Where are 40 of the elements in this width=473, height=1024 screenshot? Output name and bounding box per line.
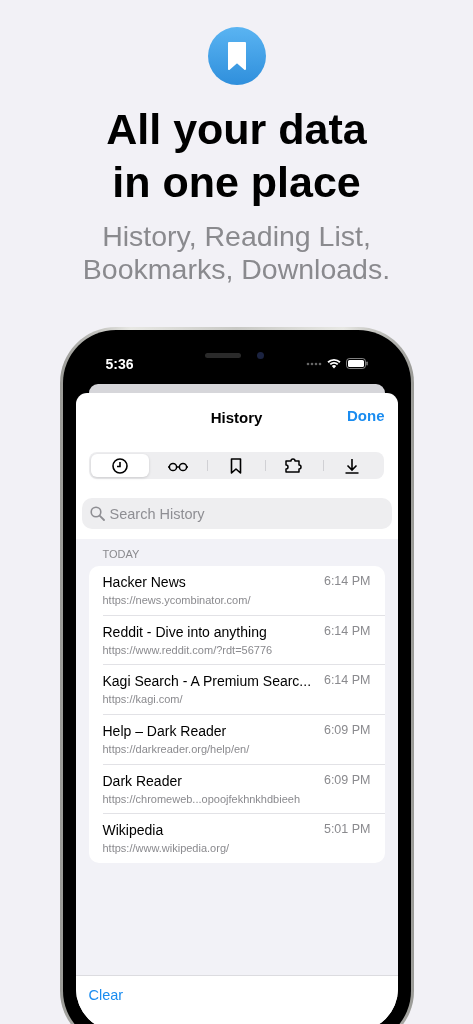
visit-time: 6:14 PM: [323, 623, 371, 638]
speaker-grille: [205, 353, 241, 358]
page-title: Reddit - Dive into anything: [102, 623, 268, 640]
page-url: https://chromeweb...opoojfekhnkhdbieeh: [102, 792, 302, 805]
app-icon: [207, 27, 266, 85]
page-url: https://www.reddit.com/?rdt=56776: [102, 643, 274, 656]
history-row[interactable]: Wikipedia https://www.wikipedia.org/ 5:01 PM: [102, 814, 385, 864]
history-row[interactable]: Dark Reader https://chromeweb...opoojfekhnkhdbieeh 6:09 PM: [102, 764, 385, 815]
visit-time: 6:09 PM: [323, 772, 371, 787]
signal-icon: [305, 361, 322, 366]
page-title: Hacker News: [102, 574, 187, 590]
clock-icon: [109, 455, 130, 476]
history-row[interactable]: Reddit - Dive into anything https://www.reddit.com/?rdt=56776 6:14 PM: [102, 615, 385, 666]
search-field[interactable]: Search History: [81, 498, 392, 529]
visit-time: 6:09 PM: [323, 723, 371, 738]
history-row[interactable]: Help – Dark Reader https://darkreader.org/help/en/ 6:09 PM: [102, 715, 385, 765]
history-row[interactable]: Hacker News https://news.ycombinator.com/ 6:14 PM: [102, 566, 385, 616]
subtitle: History, Reading List, Bookmarks, Downloads.: [81, 220, 392, 286]
sheet-title: History: [210, 408, 263, 426]
puzzle-icon: [284, 455, 305, 476]
clock-tab[interactable]: [90, 454, 149, 477]
page-title: Dark Reader: [102, 772, 183, 789]
page-url: https://kagi.com/: [102, 693, 184, 706]
history-row[interactable]: Kagi Search - A Premium Searc... https://kagi.com/ 6:14 PM: [102, 665, 385, 716]
headline: All your data in one place: [105, 104, 368, 208]
search-icon: [89, 506, 105, 521]
page-title: Wikipedia: [102, 822, 165, 839]
page-url: https://news.ycombinator.com/: [102, 594, 252, 606]
page-url: https://darkreader.org/help/en/: [102, 743, 251, 756]
page-url: https://www.wikipedia.org/: [102, 842, 231, 855]
page-title: Help – Dark Reader: [102, 723, 228, 740]
camera-icon: [257, 352, 264, 359]
wifi-icon: [326, 358, 341, 369]
visit-time: 6:14 PM: [323, 673, 371, 688]
battery-icon: [345, 358, 368, 369]
page-title: Kagi Search - A Premium Searc...: [102, 673, 313, 690]
section-header: TODAY: [101, 547, 141, 562]
visit-time: 5:01 PM: [323, 822, 371, 837]
visit-time: 6:14 PM: [323, 574, 371, 588]
status-time: 5:36: [105, 355, 134, 372]
